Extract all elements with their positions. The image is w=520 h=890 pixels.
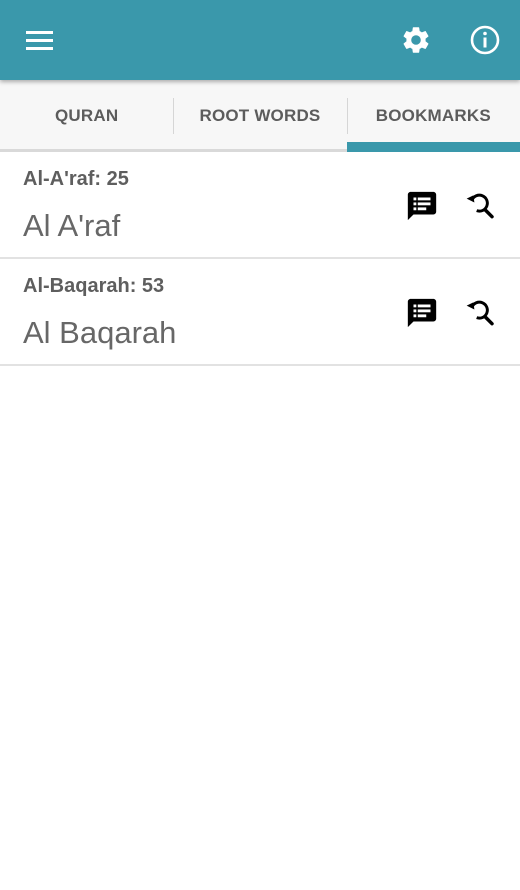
info-button[interactable] [465, 20, 505, 60]
tab-quran[interactable]: QURAN [0, 80, 173, 149]
bookmark-reference: Al-A'raf: 25 [23, 168, 129, 190]
tab-bar: QURAN ROOT WORDS BOOKMARKS [0, 80, 520, 152]
notes-button[interactable] [404, 295, 440, 331]
info-icon [470, 25, 500, 55]
settings-button[interactable] [396, 20, 436, 60]
gear-icon [403, 27, 429, 53]
menu-button[interactable] [20, 20, 60, 60]
search-button[interactable] [462, 295, 498, 331]
list-item[interactable]: Al-A'raf: 25 Al A'raf [0, 152, 520, 259]
tab-root-words[interactable]: ROOT WORDS [173, 80, 346, 149]
list-item[interactable]: Al-Baqarah: 53 Al Baqarah [0, 259, 520, 366]
bookmark-surah-name: Al Baqarah [23, 315, 177, 350]
notes-button[interactable] [404, 188, 440, 224]
bookmark-surah-name: Al A'raf [23, 208, 121, 243]
bookmark-list: Al-A'raf: 25 Al A'raf Al-Baqarah: 53 Al … [0, 152, 520, 366]
search-history-icon [466, 300, 494, 326]
app-bar [0, 0, 520, 80]
comment-text-icon [407, 298, 437, 328]
search-history-icon [466, 193, 494, 219]
bookmark-reference: Al-Baqarah: 53 [23, 275, 165, 297]
search-button[interactable] [462, 188, 498, 224]
comment-text-icon [407, 191, 437, 221]
hamburger-menu-icon [26, 31, 53, 50]
tab-bookmarks[interactable]: BOOKMARKS [346, 80, 520, 152]
